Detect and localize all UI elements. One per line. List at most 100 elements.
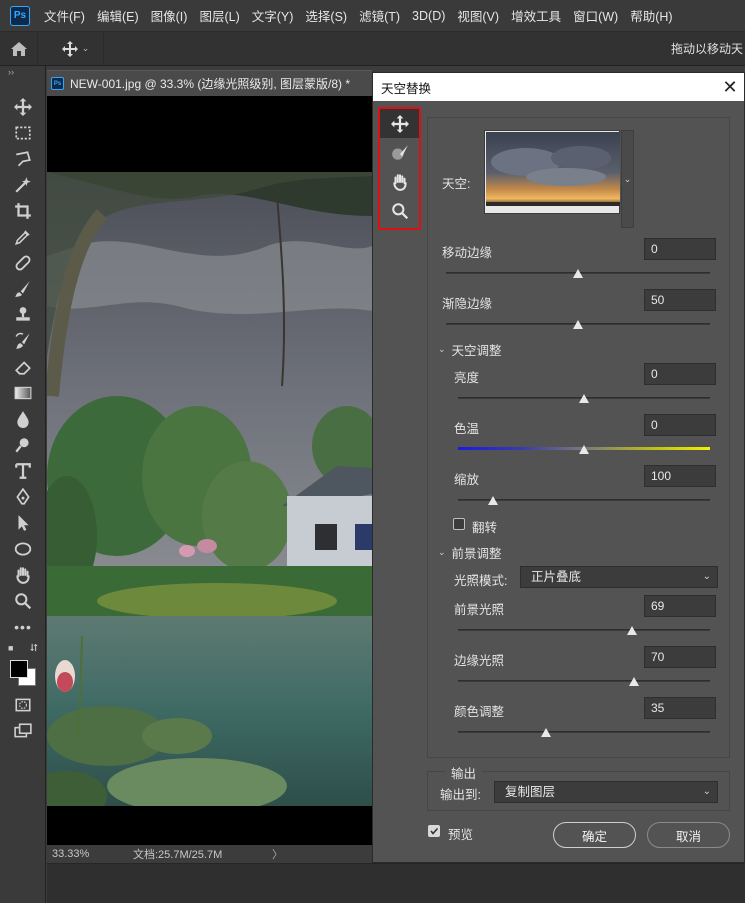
dialog-move-tool[interactable] (380, 109, 419, 138)
ok-button[interactable]: 确定 (553, 822, 636, 848)
move-edge-slider-thumb[interactable] (573, 269, 583, 278)
edge-lighting-slider-thumb[interactable] (629, 677, 640, 686)
output-to-select[interactable]: 复制图层 ⌄ (494, 781, 718, 803)
foreground-color[interactable] (10, 660, 28, 678)
dialog-hand-tool[interactable] (380, 167, 419, 196)
tool-quick-mask[interactable] (0, 692, 46, 718)
move-tool-preset[interactable]: ⌄ (48, 31, 104, 66)
tool-dodge[interactable] (0, 432, 46, 458)
photoshop-window: Ps 文件(F) 编辑(E) 图像(I) 图层(L) 文字(Y) 选择(S) 滤… (0, 0, 745, 903)
scale-input[interactable]: 100 (644, 465, 716, 487)
tool-stamp[interactable] (0, 302, 46, 328)
foreground-adjust-header[interactable]: ⌄ 前景调整 (438, 543, 502, 562)
fade-edge-slider-thumb[interactable] (573, 320, 583, 329)
tool-eraser[interactable] (0, 354, 46, 380)
fade-edge-input[interactable]: 50 (644, 289, 716, 311)
brightness-label: 亮度 (454, 371, 480, 385)
edge-lighting-slider[interactable] (458, 680, 710, 682)
brightness-input[interactable]: 0 (644, 363, 716, 385)
color-adjust-input[interactable]: 35 (644, 697, 716, 719)
tool-history-brush[interactable] (0, 328, 46, 354)
temperature-slider-thumb[interactable] (579, 445, 589, 454)
move-icon (14, 98, 32, 116)
edge-lighting-input[interactable]: 70 (644, 646, 716, 668)
document-canvas[interactable] (47, 96, 372, 845)
chevron-down-icon: ⌄ (702, 786, 711, 797)
menu-layer[interactable]: 图层(L) (199, 6, 239, 25)
sky-preset-thumbnail[interactable] (484, 130, 620, 214)
tool-crop[interactable] (0, 198, 46, 224)
dialog-zoom-tool[interactable] (380, 196, 419, 225)
tool-hand[interactable] (0, 562, 46, 588)
stamp-icon (16, 307, 30, 321)
fg-lighting-slider[interactable] (458, 629, 710, 631)
temperature-input[interactable]: 0 (644, 414, 716, 436)
temperature-label: 色温 (454, 422, 480, 436)
eyedropper-icon (15, 230, 30, 245)
preview-checkbox[interactable] (428, 825, 440, 837)
marquee-icon (15, 126, 31, 140)
tool-path-select[interactable] (0, 510, 46, 536)
tool-magic-wand[interactable] (0, 172, 46, 198)
menu-filter[interactable]: 滤镜(T) (359, 6, 400, 25)
menu-type[interactable]: 文字(Y) (252, 6, 294, 25)
flip-label: 翻转 (472, 521, 498, 535)
menu-edit[interactable]: 编辑(E) (97, 6, 139, 25)
tool-eyedropper[interactable] (0, 224, 46, 250)
tool-pen[interactable] (0, 484, 46, 510)
chevron-down-icon: ⌄ (438, 344, 446, 354)
tool-blur[interactable] (0, 406, 46, 432)
move-edge-input[interactable]: 0 (644, 238, 716, 260)
sky-adjust-title: 天空调整 (451, 344, 502, 358)
toolbox: ›› ••• ■ ⮃ (0, 66, 46, 903)
dialog-tools-highlight (378, 107, 421, 230)
cancel-button[interactable]: 取消 (647, 822, 730, 848)
brightness-slider-thumb[interactable] (579, 394, 589, 403)
menu-help[interactable]: 帮助(H) (630, 6, 672, 25)
menu-file[interactable]: 文件(F) (44, 6, 85, 25)
tool-type[interactable] (0, 458, 46, 484)
menu-image[interactable]: 图像(I) (151, 6, 188, 25)
sky-label: 天空: (442, 177, 471, 191)
tool-shape[interactable] (0, 536, 46, 562)
fg-lighting-slider-thumb[interactable] (626, 626, 637, 635)
tool-lasso[interactable] (0, 146, 46, 172)
close-icon[interactable]: ✕ (716, 73, 744, 101)
move-icon (61, 40, 78, 57)
tool-brush[interactable] (0, 276, 46, 302)
tool-move[interactable] (0, 94, 46, 120)
color-adjust-slider[interactable] (458, 731, 710, 733)
lighting-mode-select[interactable]: 正片叠底 ⌄ (520, 566, 718, 588)
fg-lighting-input[interactable]: 69 (644, 595, 716, 617)
tool-screen-mode[interactable] (0, 718, 46, 744)
color-adjust-slider-thumb[interactable] (541, 728, 552, 737)
sky-preset-dropdown[interactable]: ⌄ (621, 130, 634, 228)
tool-gradient[interactable] (0, 380, 46, 406)
menu-plugins[interactable]: 增效工具 (511, 6, 561, 25)
status-menu-arrow[interactable]: 〉 (272, 846, 372, 862)
color-swatches[interactable] (0, 656, 46, 692)
tool-healing[interactable] (0, 250, 46, 276)
scale-slider-thumb[interactable] (488, 496, 499, 505)
checkmark-icon (430, 827, 439, 835)
crop-icon (15, 203, 31, 219)
chevron-down-icon: ⌄ (702, 571, 711, 582)
document-tab[interactable]: Ps NEW-001.jpg @ 33.3% (边缘光照级别, 图层蒙版/8) … (47, 70, 372, 96)
menu-window[interactable]: 窗口(W) (573, 6, 618, 25)
menu-select[interactable]: 选择(S) (305, 6, 347, 25)
swap-colors[interactable]: ■ ⮃ (0, 640, 46, 656)
menu-view[interactable]: 视图(V) (457, 6, 499, 25)
tool-zoom[interactable] (0, 588, 46, 614)
output-to-value: 复制图层 (505, 785, 556, 799)
tool-marquee[interactable] (0, 120, 46, 146)
menu-3d[interactable]: 3D(D) (412, 9, 445, 23)
sky-preview-image (486, 132, 620, 206)
dialog-title: 天空替换 (381, 81, 432, 96)
zoom-level[interactable]: 33.33% (47, 848, 105, 860)
home-button[interactable] (0, 31, 38, 66)
dialog-sky-brush-tool[interactable] (380, 138, 419, 167)
tool-more[interactable]: ••• (0, 614, 46, 640)
flip-checkbox[interactable] (453, 518, 465, 530)
toolbox-collapse-icon[interactable]: ›› (0, 66, 45, 80)
sky-adjust-header[interactable]: ⌄ 天空调整 (438, 340, 502, 359)
